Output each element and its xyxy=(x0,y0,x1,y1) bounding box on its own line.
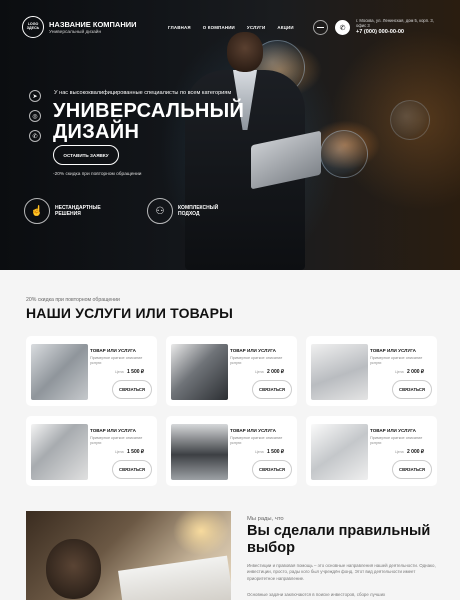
product-name: ТОВАР ИЛИ УСЛУГА xyxy=(370,348,416,353)
contact-button[interactable]: СВЯЗАТЬСЯ xyxy=(112,380,152,399)
leave-request-button[interactable]: ОСТАВИТЬ ЗАЯВКУ xyxy=(53,145,119,165)
product-price: 2 000 ₽ xyxy=(407,369,425,375)
product-image xyxy=(171,344,228,400)
feature-custom-solutions: ☝ НЕСТАНДАРТНЫЕ РЕШЕНИЯ xyxy=(24,198,115,224)
price-label: Цена xyxy=(255,450,264,454)
contact-button[interactable]: СВЯЗАТЬСЯ xyxy=(392,460,432,479)
contact-button[interactable]: СВЯЗАТЬСЯ xyxy=(252,460,292,479)
price-label: Цена xyxy=(395,370,404,374)
hero-person-image xyxy=(175,20,321,270)
product-description: Примерное краткое описание услуги xyxy=(90,436,143,445)
product-card: ТОВАР ИЛИ УСЛУГА Примерное краткое описа… xyxy=(166,336,297,406)
product-card: ТОВАР ИЛИ УСЛУГА Примерное краткое описа… xyxy=(26,416,157,486)
price-label: Цена xyxy=(115,450,124,454)
globe-graphic xyxy=(320,130,368,178)
product-card: ТОВАР ИЛИ УСЛУГА Примерное краткое описа… xyxy=(306,336,437,406)
product-card: ТОВАР ИЛИ УСЛУГА Примерное краткое описа… xyxy=(26,336,157,406)
instagram-icon[interactable]: ◎ xyxy=(29,110,41,122)
nav-item-about[interactable]: О КОМПАНИИ xyxy=(203,25,235,30)
phone-icon[interactable]: ✆ xyxy=(335,20,350,35)
product-image xyxy=(31,424,88,480)
price-label: Цена xyxy=(115,370,124,374)
contact-button[interactable]: СВЯЗАТЬСЯ xyxy=(112,460,152,479)
product-price: 2 000 ₽ xyxy=(267,369,285,375)
product-image xyxy=(31,344,88,400)
product-name: ТОВАР ИЛИ УСЛУГА xyxy=(90,428,136,433)
product-description: Примерное краткое описание услуги xyxy=(370,356,423,365)
telegram-icon[interactable]: ➤ xyxy=(29,90,41,102)
about-image xyxy=(26,511,231,600)
company-phone[interactable]: +7 (000) 000-00-00 xyxy=(356,29,404,35)
company-logo[interactable]: LOGO ЗДЕСЬ xyxy=(22,16,44,38)
product-card: ТОВАР ИЛИ УСЛУГА Примерное краткое описа… xyxy=(306,416,437,486)
discount-note: -20% скидка при повторном обращении xyxy=(53,172,142,177)
product-name: ТОВАР ИЛИ УСЛУГА xyxy=(230,348,276,353)
product-name: ТОВАР ИЛИ УСЛУГА xyxy=(90,348,136,353)
contact-button[interactable]: СВЯЗАТЬСЯ xyxy=(392,380,432,399)
company-tagline: Универсальный дизайн xyxy=(49,30,102,35)
product-price: 1 500 ₽ xyxy=(267,449,285,455)
globe-graphic xyxy=(390,100,430,140)
nav-item-home[interactable]: ГЛАВНАЯ xyxy=(168,25,191,30)
product-image xyxy=(311,424,368,480)
price-label: Цена xyxy=(395,450,404,454)
product-image xyxy=(171,424,228,480)
social-links: ➤ ◎ ✆ xyxy=(29,90,41,142)
menu-icon[interactable] xyxy=(313,20,328,35)
about-title: Вы сделали правильный выбор xyxy=(247,523,431,556)
product-card: ТОВАР ИЛИ УСЛУГА Примерное краткое описа… xyxy=(166,416,297,486)
product-price: 1 500 ₽ xyxy=(127,449,145,455)
services-title: НАШИ УСЛУГИ ИЛИ ТОВАРЫ xyxy=(26,305,234,321)
product-description: Примерное краткое описание услуги xyxy=(230,356,283,365)
hero-title: УНИВЕРСАЛЬНЫЙ ДИЗАЙН xyxy=(53,100,245,143)
price-label: Цена xyxy=(255,370,264,374)
company-address: г. Москва, ул. Ленинская, дом 5, корп. 3… xyxy=(356,18,434,29)
services-pretitle: 20% скидка при повторном обращении xyxy=(26,297,120,303)
hero-section: LOGO ЗДЕСЬ НАЗВАНИЕ КОМПАНИИ Универсальн… xyxy=(0,0,460,270)
company-name: НАЗВАНИЕ КОМПАНИИ xyxy=(49,20,137,29)
product-description: Примерное краткое описание услуги xyxy=(90,356,143,365)
product-price: 2 000 ₽ xyxy=(407,449,425,455)
about-text-continued: Основные задачи заключаются в поиске инв… xyxy=(247,592,386,597)
product-name: ТОВАР ИЛИ УСЛУГА xyxy=(370,428,416,433)
about-text: Инвестиции и правовая помощь – это основ… xyxy=(247,563,436,581)
feature-complex-approach: ⚇ КОМПЛЕКСНЫЙ ПОДХОД xyxy=(147,198,238,224)
main-nav: ГЛАВНАЯ О КОМПАНИИ УСЛУГИ АКЦИИ xyxy=(168,25,294,30)
feature-label: КОМПЛЕКСНЫЙ ПОДХОД xyxy=(178,205,219,217)
users-icon: ⚇ xyxy=(147,198,173,224)
product-name: ТОВАР ИЛИ УСЛУГА xyxy=(230,428,276,433)
product-price: 1 500 ₽ xyxy=(127,369,145,375)
whatsapp-icon[interactable]: ✆ xyxy=(29,130,41,142)
product-description: Примерное краткое описание услуги xyxy=(230,436,283,445)
nav-item-promotions[interactable]: АКЦИИ xyxy=(277,25,293,30)
product-description: Примерное краткое описание услуги xyxy=(370,436,423,445)
about-pretitle: Мы рады, что xyxy=(247,516,284,522)
contact-button[interactable]: СВЯЗАТЬСЯ xyxy=(252,380,292,399)
nav-item-services[interactable]: УСЛУГИ xyxy=(247,25,265,30)
hand-icon: ☝ xyxy=(24,198,50,224)
product-image xyxy=(311,344,368,400)
hero-pretitle: У нас высококвалифицированные специалист… xyxy=(54,90,232,96)
feature-label: НЕСТАНДАРТНЫЕ РЕШЕНИЯ xyxy=(55,205,101,217)
